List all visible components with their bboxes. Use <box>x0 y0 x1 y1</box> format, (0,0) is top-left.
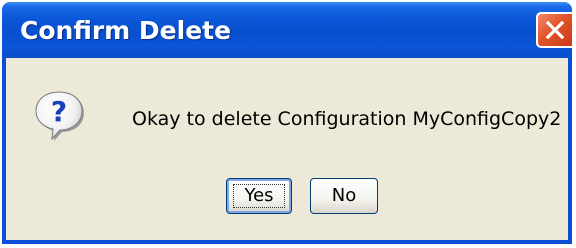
close-button[interactable] <box>536 12 572 48</box>
close-icon <box>546 21 564 39</box>
question-icon: ? <box>35 91 84 141</box>
no-button-label: No <box>331 185 357 206</box>
dialog-body: ? Okay to delete Configuration MyConfigC… <box>6 58 568 240</box>
no-button[interactable]: No <box>310 178 378 214</box>
svg-text:?: ? <box>51 95 67 128</box>
title-bar[interactable]: Confirm Delete <box>2 2 572 58</box>
confirm-delete-dialog: Confirm Delete ? Okay to delete Configur… <box>2 2 572 244</box>
dialog-title: Confirm Delete <box>20 16 232 45</box>
dialog-message: Okay to delete Configuration MyConfigCop… <box>132 108 562 130</box>
yes-button-label: Yes <box>244 185 274 206</box>
yes-button[interactable]: Yes <box>226 178 292 214</box>
